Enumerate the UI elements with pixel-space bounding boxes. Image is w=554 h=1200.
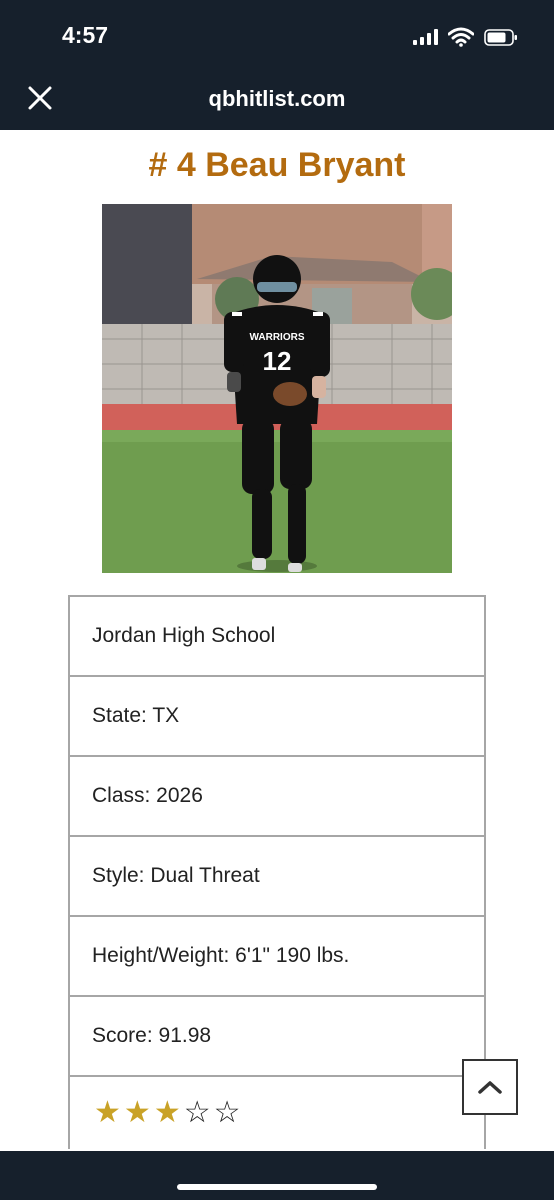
info-row-class: Class: 2026 xyxy=(70,757,484,837)
bottom-bar xyxy=(0,1151,554,1200)
player-title: # 4 Beau Bryant xyxy=(148,146,406,184)
star-empty-icon: ☆ xyxy=(213,1095,241,1130)
star-rating: ★ ★ ★ ☆ ☆ xyxy=(70,1077,484,1149)
star-empty-icon: ☆ xyxy=(183,1095,211,1130)
info-row-score: Score: 91.98 xyxy=(70,997,484,1077)
jersey-text: WARRIORS xyxy=(250,332,305,343)
page-domain: qbhitlist.com xyxy=(208,86,346,111)
info-row-style: Style: Dual Threat xyxy=(70,837,484,917)
star-filled-icon: ★ xyxy=(153,1095,181,1130)
star-filled-icon: ★ xyxy=(123,1095,151,1130)
wifi-icon xyxy=(448,27,474,47)
chevron-up-icon xyxy=(478,1081,502,1094)
battery-icon xyxy=(484,28,517,46)
status-icons xyxy=(413,27,518,47)
signal-icon xyxy=(413,29,438,45)
player-info-table: Jordan High School State: TX Class: 2026… xyxy=(68,595,486,1149)
jersey-number: 12 xyxy=(263,346,292,376)
info-row-height-weight: Height/Weight: 6'1" 190 lbs. xyxy=(70,917,484,997)
info-row-school: Jordan High School xyxy=(70,597,484,677)
star-filled-icon: ★ xyxy=(94,1095,121,1130)
app-header: 4:57 qbhitlist.com xyxy=(0,0,554,130)
player-photo: WARRIORS 12 xyxy=(102,204,452,573)
scroll-to-top-button[interactable] xyxy=(462,1059,518,1115)
home-indicator[interactable] xyxy=(177,1184,377,1190)
status-time: 4:57 xyxy=(62,22,109,48)
info-row-state: State: TX xyxy=(70,677,484,757)
